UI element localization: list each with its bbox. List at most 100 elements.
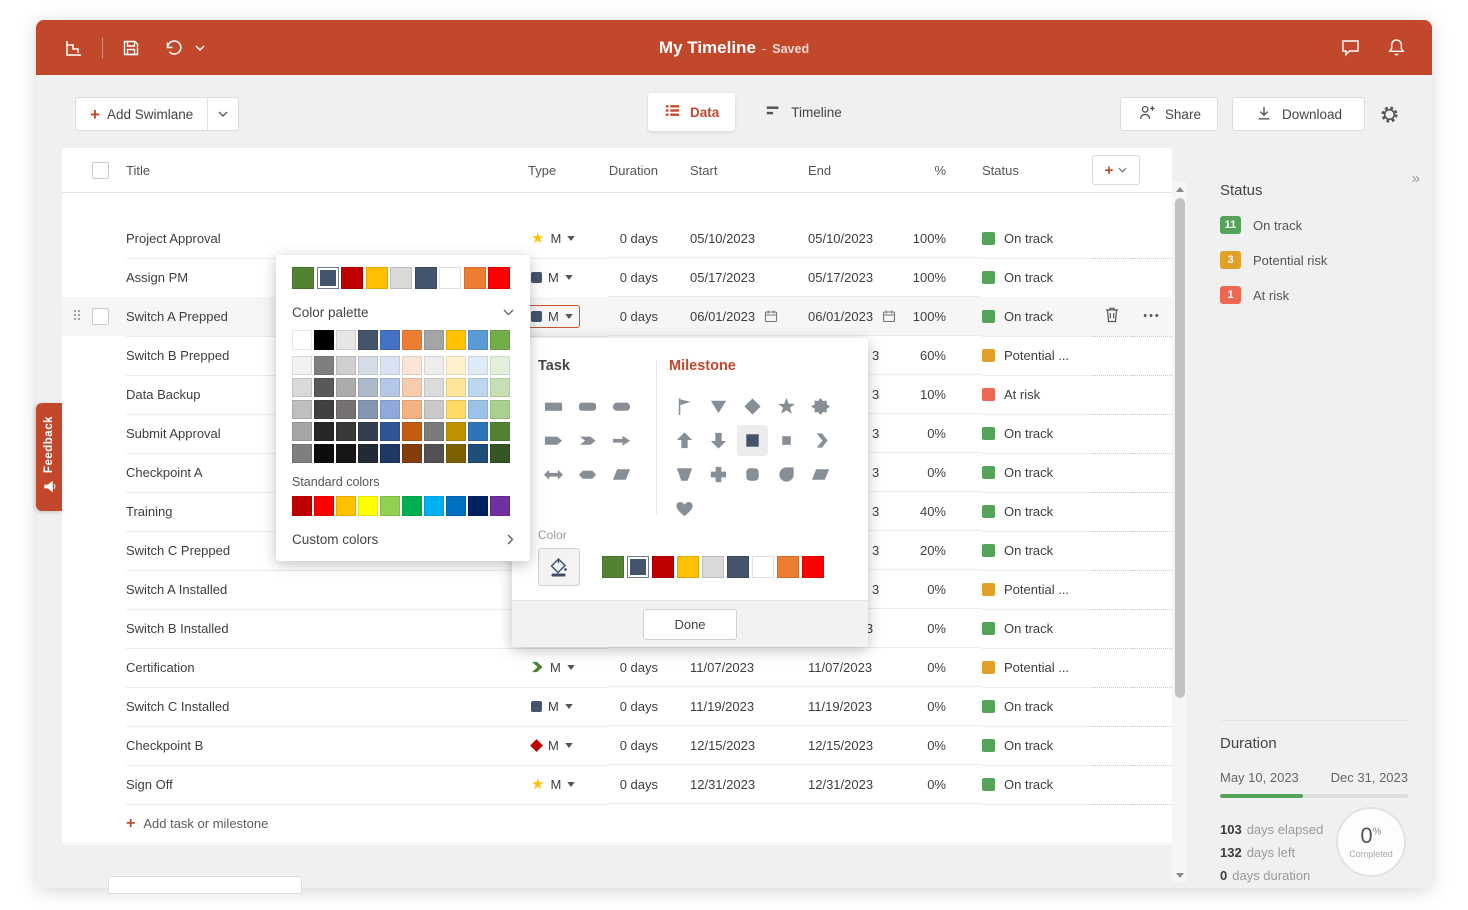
status-cell[interactable]: Potential ... — [982, 336, 1092, 376]
start-date-cell[interactable]: 12/31/2023 — [686, 765, 804, 804]
theme-color-swatch[interactable] — [402, 377, 422, 397]
task-title-cell[interactable]: Switch A Installed — [126, 570, 520, 610]
calendar-icon[interactable] — [882, 309, 896, 323]
type-selector[interactable]: ★ M — [524, 227, 582, 250]
theme-color-swatch[interactable] — [424, 421, 444, 441]
status-cell[interactable]: On track — [982, 492, 1092, 532]
theme-color-swatch[interactable] — [490, 355, 510, 375]
theme-color-swatch[interactable] — [336, 421, 356, 441]
type-selector[interactable]: M — [524, 266, 580, 289]
shape-heart[interactable] — [669, 493, 700, 524]
theme-color-swatch[interactable] — [314, 330, 334, 350]
duration-cell[interactable]: 0 days — [608, 687, 686, 726]
drag-handle-icon[interactable]: ⠿ — [72, 308, 82, 325]
task-title-cell[interactable]: Switch C Installed — [126, 687, 520, 727]
standard-color-swatch[interactable] — [358, 496, 378, 516]
shape-trapezoid-down[interactable] — [669, 459, 700, 490]
color-swatch[interactable] — [414, 267, 437, 289]
status-cell[interactable]: On track — [982, 414, 1092, 454]
theme-color-swatch[interactable] — [424, 330, 444, 350]
theme-color-swatch[interactable] — [314, 421, 334, 441]
theme-color-swatch[interactable] — [336, 443, 356, 463]
end-date-cell[interactable]: 11/19/2023 — [804, 687, 922, 726]
shape-flag[interactable] — [669, 391, 700, 422]
theme-color-swatch[interactable] — [490, 330, 510, 350]
shape-arrow-down[interactable] — [703, 425, 734, 456]
shape-hexagon[interactable] — [572, 459, 603, 490]
shape-arrow-right[interactable] — [606, 425, 637, 456]
percent-cell[interactable]: 0% — [922, 570, 982, 609]
task-type-cell[interactable]: M — [520, 687, 608, 727]
end-date-cell[interactable]: 12/15/2023 — [804, 726, 922, 765]
shape-star[interactable] — [771, 391, 802, 422]
percent-cell[interactable]: 0% — [922, 414, 982, 453]
select-all-checkbox[interactable] — [92, 161, 109, 179]
theme-color-swatch[interactable] — [446, 443, 466, 463]
theme-color-swatch[interactable] — [424, 377, 444, 397]
calendar-icon[interactable] — [764, 309, 778, 323]
shape-diamond[interactable] — [737, 391, 768, 422]
theme-color-swatch[interactable] — [424, 399, 444, 419]
more-options-icon[interactable]: ••• — [1143, 310, 1161, 322]
percent-cell[interactable]: 0% — [922, 726, 982, 765]
standard-color-swatch[interactable] — [380, 496, 400, 516]
theme-color-swatch[interactable] — [446, 330, 466, 350]
share-button[interactable]: Share — [1119, 97, 1218, 131]
standard-color-swatch[interactable] — [402, 496, 422, 516]
task-title-cell[interactable]: Checkpoint B — [126, 726, 520, 766]
theme-color-swatch[interactable] — [468, 355, 488, 375]
shape-rounded-square[interactable] — [737, 459, 768, 490]
theme-color-swatch[interactable] — [402, 330, 422, 350]
add-swimlane-button[interactable]: + Add Swimlane — [75, 97, 240, 131]
shape-arrow-up[interactable] — [669, 425, 700, 456]
theme-color-swatch[interactable] — [446, 399, 466, 419]
standard-color-swatch[interactable] — [490, 496, 510, 516]
standard-color-swatch[interactable] — [336, 496, 356, 516]
color-swatch[interactable] — [439, 267, 461, 289]
theme-color-swatch[interactable] — [292, 443, 312, 463]
color-swatch[interactable] — [341, 267, 363, 289]
theme-color-swatch[interactable] — [358, 355, 378, 375]
theme-color-swatch[interactable] — [402, 443, 422, 463]
theme-color-swatch[interactable] — [314, 377, 334, 397]
partial-bottom-button[interactable] — [108, 876, 302, 894]
shape-rectangle[interactable] — [538, 391, 569, 422]
theme-color-swatch[interactable] — [402, 355, 422, 375]
shape-color-swatch[interactable] — [627, 556, 649, 578]
type-selector[interactable]: M — [524, 656, 582, 679]
end-date-cell[interactable]: 12/31/2023 — [804, 765, 922, 804]
duration-cell[interactable]: 0 days — [608, 258, 686, 297]
percent-cell[interactable]: 60% — [920, 336, 982, 375]
theme-color-swatch[interactable] — [292, 421, 312, 441]
download-button[interactable]: Download — [1231, 97, 1365, 131]
task-type-cell[interactable]: M — [520, 297, 608, 337]
shape-rounded-rectangle[interactable] — [572, 391, 603, 422]
task-title-cell[interactable]: Switch B Installed — [126, 609, 520, 649]
paint-bucket-icon[interactable] — [538, 548, 580, 586]
done-button[interactable]: Done — [643, 608, 737, 640]
start-date-cell[interactable]: 12/15/2023 — [686, 726, 804, 765]
delete-trash-icon[interactable] — [1104, 306, 1120, 326]
shape-square[interactable] — [737, 425, 768, 456]
theme-color-swatch[interactable] — [468, 421, 488, 441]
task-title-cell[interactable]: Project Approval — [126, 219, 520, 259]
percent-cell[interactable]: 0% — [922, 687, 982, 726]
start-date-cell[interactable]: 05/10/2023 — [686, 219, 804, 258]
task-title-cell[interactable]: Sign Off — [126, 765, 520, 805]
end-date-cell[interactable]: 11/07/2023 — [804, 648, 922, 687]
shape-pentagon-arrow[interactable] — [538, 425, 569, 456]
theme-color-swatch[interactable] — [380, 355, 400, 375]
settings-gear-icon[interactable] — [1379, 104, 1400, 125]
shape-parallelogram[interactable] — [805, 459, 836, 490]
theme-color-swatch[interactable] — [358, 330, 378, 350]
theme-color-swatch[interactable] — [336, 330, 356, 350]
task-type-cell[interactable]: M — [520, 726, 608, 766]
status-cell[interactable]: On track — [982, 687, 1092, 727]
feedback-tab[interactable]: Feedback — [36, 403, 62, 511]
theme-color-swatch[interactable] — [380, 399, 400, 419]
shape-color-swatch[interactable] — [702, 556, 724, 578]
standard-color-swatch[interactable] — [424, 496, 444, 516]
type-selector[interactable]: ★ M — [524, 773, 582, 796]
task-title-cell[interactable]: Certification — [126, 648, 520, 688]
shape-color-swatch[interactable] — [777, 556, 799, 578]
